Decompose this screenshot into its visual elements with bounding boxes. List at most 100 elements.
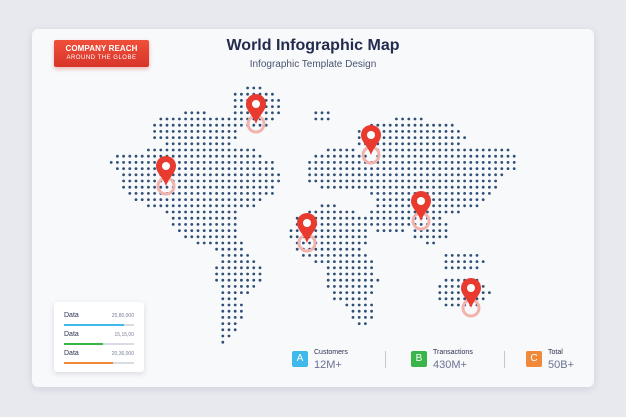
map-dot [333, 167, 336, 171]
map-dot [438, 198, 442, 202]
map-dot [178, 148, 181, 152]
map-dot [357, 254, 361, 257]
map-dot [240, 247, 243, 251]
map-dot [481, 297, 485, 301]
map-dot [444, 204, 448, 208]
map-dot [481, 148, 485, 152]
map-dot [326, 161, 330, 164]
map-dot [345, 235, 349, 239]
map-dot [426, 142, 429, 146]
map-dot [184, 111, 188, 115]
map-dot [457, 260, 460, 263]
map-dot [444, 198, 448, 202]
map-dot [227, 179, 231, 183]
map-dot [227, 130, 231, 133]
map-dot [190, 130, 194, 133]
map-dot [320, 111, 324, 115]
map-dot [351, 148, 355, 152]
map-dot [426, 235, 429, 239]
map-dot [171, 154, 175, 158]
map-dot [147, 204, 150, 208]
map-dot [438, 204, 442, 208]
map-dot [140, 161, 144, 164]
map-dot [271, 179, 274, 183]
map-dot [339, 185, 342, 189]
map-dot [264, 117, 268, 121]
map-dot [209, 154, 212, 158]
location-pin-icon[interactable] [461, 278, 481, 318]
divider [385, 351, 386, 368]
map-dot [419, 142, 423, 146]
map-dot [370, 173, 373, 177]
map-dot [426, 154, 429, 158]
map-dot [444, 260, 448, 263]
map-dot [233, 223, 237, 226]
map-dot [221, 235, 225, 239]
map-dot [140, 185, 144, 189]
map-dot [401, 148, 404, 152]
map-dot [277, 99, 280, 102]
map-dot [302, 241, 305, 245]
map-dot [444, 185, 448, 189]
map-dot [190, 229, 194, 233]
map-dot [240, 303, 243, 307]
map-dot [184, 223, 188, 226]
map-dot [401, 192, 404, 195]
map-dot [481, 192, 485, 195]
map-dot [202, 229, 206, 233]
map-dot [345, 297, 349, 301]
map-dot [184, 167, 188, 171]
map-dot [438, 130, 442, 133]
map-dot [221, 173, 225, 177]
map-dot [364, 266, 367, 270]
map-dot [171, 136, 175, 140]
map-dot [190, 179, 194, 183]
map-dot [333, 179, 336, 183]
map-dot [370, 192, 373, 195]
map-dot [450, 254, 454, 257]
map-dot [153, 130, 157, 133]
map-dot [370, 260, 373, 263]
map-dot [215, 235, 219, 239]
map-dot [450, 192, 454, 195]
map-dot [140, 192, 144, 195]
map-dot [326, 216, 330, 220]
map-dot [209, 216, 212, 220]
map-dot [240, 179, 243, 183]
map-dot [413, 229, 417, 233]
map-dot [320, 241, 324, 245]
map-dot [339, 179, 342, 183]
location-pin-icon[interactable] [246, 94, 266, 134]
map-dot [450, 204, 454, 208]
map-dot [264, 161, 268, 164]
map-dot [339, 210, 342, 214]
map-dot [488, 167, 491, 171]
map-dot [382, 142, 386, 146]
map-dot [140, 179, 144, 183]
map-dot [233, 285, 237, 288]
map-dot [147, 173, 150, 177]
map-dot [450, 260, 454, 263]
map-dot [401, 117, 404, 121]
map-dot [500, 154, 504, 158]
map-dot [345, 303, 349, 307]
map-dot [345, 223, 349, 226]
location-pin-icon[interactable] [297, 213, 317, 253]
stat-value: 430M+ [433, 359, 467, 371]
map-dot [345, 154, 349, 158]
map-dot [190, 223, 194, 226]
map-dot [463, 266, 466, 270]
map-dot [246, 266, 250, 270]
map-dot [438, 210, 442, 214]
map-dot [395, 223, 398, 226]
map-dot [128, 161, 132, 164]
map-dot [252, 272, 256, 276]
map-dot [475, 173, 479, 177]
map-dot [233, 198, 237, 202]
map-dot [339, 247, 342, 251]
map-dot [227, 328, 231, 332]
map-dot [339, 241, 342, 245]
map-dot [395, 192, 398, 195]
map-dot [308, 254, 311, 257]
map-dot [221, 123, 225, 127]
